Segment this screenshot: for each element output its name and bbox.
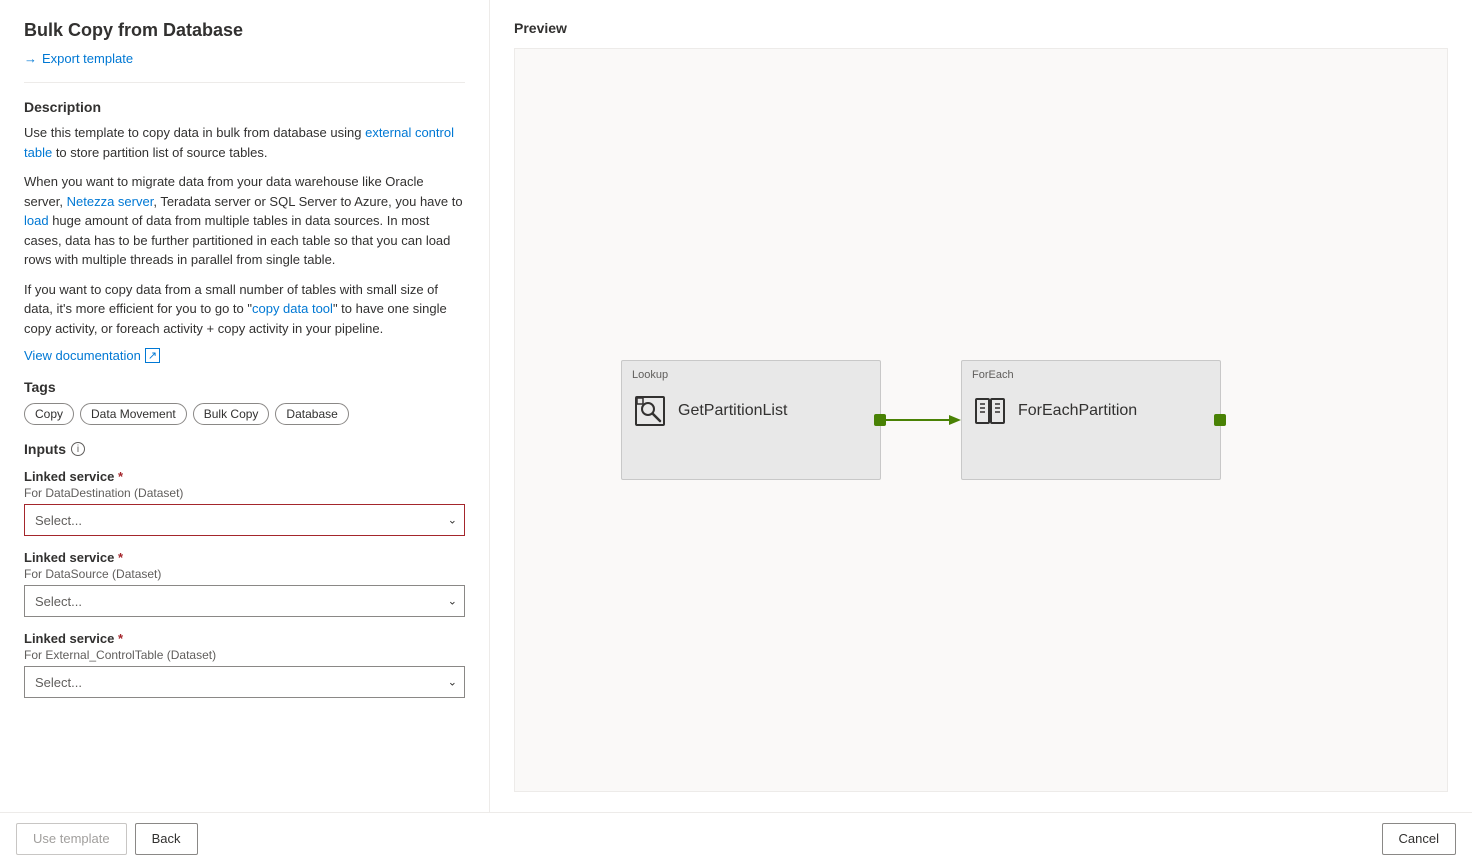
inputs-section: Inputs i Linked service * For DataDestin… [24,441,465,712]
view-docs-link[interactable]: View documentation ↗ [24,348,465,363]
preview-canvas: Lookup GetPartitionList [514,48,1448,792]
description-p1: Use this template to copy data in bulk f… [24,123,465,162]
load-link[interactable]: load [24,213,49,228]
inputs-title-row: Inputs i [24,441,465,457]
left-panel: Bulk Copy from Database → Export templat… [0,0,490,812]
pipeline-diagram: Lookup GetPartitionList [621,360,1221,480]
tags-title: Tags [24,379,465,395]
lookup-icon [632,393,668,429]
select-destination[interactable]: Select... [24,504,465,536]
tag-data-movement: Data Movement [80,403,187,425]
tag-database: Database [275,403,348,425]
lookup-green-dot [874,414,886,426]
select-wrapper-1: Select... ⌄ [24,504,465,536]
external-link-icon: ↗ [145,348,160,363]
lookup-activity-body: GetPartitionList [632,393,870,429]
input-group-controltable: Linked service * For External_ControlTab… [24,631,465,698]
connector-arrow [881,410,961,430]
main-content: Bulk Copy from Database → Export templat… [0,0,1472,812]
use-template-button[interactable]: Use template [16,823,127,855]
input-label-1: Linked service * [24,469,465,484]
cancel-button[interactable]: Cancel [1382,823,1456,855]
tags-section: Tags Copy Data Movement Bulk Copy Databa… [24,379,465,425]
description-p2: When you want to migrate data from your … [24,172,465,270]
external-link[interactable]: external control table [24,125,454,160]
back-button[interactable]: Back [135,823,198,855]
input-sublabel-3: For External_ControlTable (Dataset) [24,648,465,662]
tags-container: Copy Data Movement Bulk Copy Database [24,403,465,425]
foreach-green-dot [1214,414,1226,426]
footer-left: Use template Back [16,823,198,855]
tag-copy: Copy [24,403,74,425]
foreach-activity-box: ForEach [961,360,1221,480]
select-datasource[interactable]: Select... [24,585,465,617]
description-title: Description [24,99,465,115]
inputs-info-icon: i [71,442,85,456]
page-title: Bulk Copy from Database [24,20,465,41]
export-icon: → [24,51,37,66]
select-wrapper-3: Select... ⌄ [24,666,465,698]
footer: Use template Back Cancel [0,812,1472,864]
tag-bulk-copy: Bulk Copy [193,403,270,425]
input-sublabel-1: For DataDestination (Dataset) [24,486,465,500]
preview-title: Preview [514,20,1448,36]
input-label-2: Linked service * [24,550,465,565]
input-group-destination: Linked service * For DataDestination (Da… [24,469,465,536]
lookup-type-label: Lookup [632,369,870,381]
divider [24,82,465,83]
lookup-activity-box: Lookup GetPartitionList [621,360,881,480]
view-docs-label: View documentation [24,348,141,363]
page-container: Bulk Copy from Database → Export templat… [0,0,1472,864]
lookup-activity-name: GetPartitionList [678,402,787,420]
foreach-activity-body: ForEachPartition [972,393,1210,429]
input-label-3: Linked service * [24,631,465,646]
select-wrapper-2: Select... ⌄ [24,585,465,617]
description-section: Description Use this template to copy da… [24,99,465,379]
input-group-datasource: Linked service * For DataSource (Dataset… [24,550,465,617]
inputs-title: Inputs [24,441,66,457]
input-sublabel-2: For DataSource (Dataset) [24,567,465,581]
right-panel: Preview Lookup [490,0,1472,812]
foreach-type-label: ForEach [972,369,1210,381]
description-p3: If you want to copy data from a small nu… [24,280,465,339]
select-controltable[interactable]: Select... [24,666,465,698]
foreach-icon [972,393,1008,429]
export-template-link[interactable]: → Export template [24,51,465,66]
foreach-activity-name: ForEachPartition [1018,402,1137,420]
